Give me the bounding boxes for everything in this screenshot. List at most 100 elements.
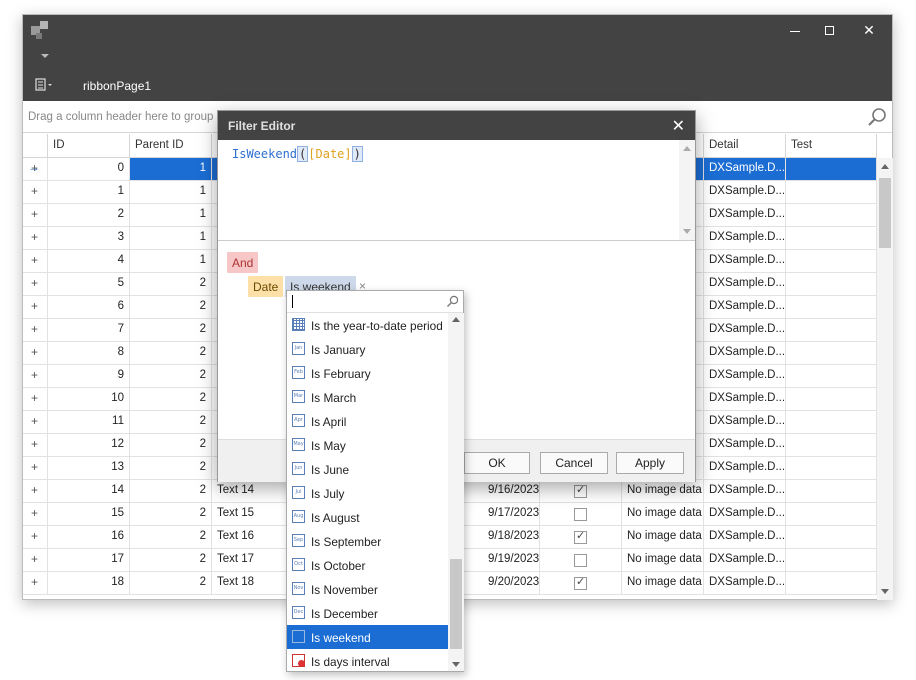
operator-option[interactable]: Sep Is September — [287, 529, 448, 553]
group-operator-chip[interactable]: And — [227, 252, 259, 273]
operator-search-field[interactable] — [287, 291, 463, 313]
image-cell[interactable]: No image data — [622, 503, 704, 526]
id-cell[interactable]: 10 — [48, 388, 130, 411]
id-cell[interactable]: 13 — [48, 457, 130, 480]
parent-id-cell[interactable]: 2 — [130, 434, 212, 457]
detail-cell[interactable]: DXSample.D... — [704, 549, 786, 572]
parent-id-cell[interactable]: 2 — [130, 388, 212, 411]
parent-id-cell[interactable]: 2 — [130, 411, 212, 434]
parent-id-cell[interactable]: 1 — [130, 204, 212, 227]
parent-id-cell[interactable]: 2 — [130, 342, 212, 365]
detail-cell[interactable]: DXSample.D... — [704, 342, 786, 365]
operator-option[interactable]: Jun Is June — [287, 457, 448, 481]
test-cell[interactable] — [786, 273, 877, 296]
parent-id-cell[interactable]: 1 — [130, 158, 212, 181]
detail-cell[interactable]: DXSample.D... — [704, 204, 786, 227]
test-cell[interactable] — [786, 411, 877, 434]
test-cell[interactable] — [786, 342, 877, 365]
text-cell[interactable]: Text 14 — [212, 480, 294, 503]
row-checkbox[interactable] — [574, 483, 587, 498]
parent-id-cell[interactable]: 2 — [130, 503, 212, 526]
operator-option[interactable]: Mar Is March — [287, 385, 448, 409]
id-cell[interactable]: 0 — [48, 158, 130, 181]
test-cell[interactable] — [786, 503, 877, 526]
parent-id-cell[interactable]: 2 — [130, 572, 212, 595]
ribbon-file-menu-button[interactable] — [33, 76, 57, 96]
id-cell[interactable]: 5 — [48, 273, 130, 296]
test-cell[interactable] — [786, 204, 877, 227]
detail-cell[interactable]: DXSample.D... — [704, 181, 786, 204]
expand-detail-icon[interactable]: + — [31, 345, 38, 359]
parent-id-cell[interactable]: 2 — [130, 549, 212, 572]
operator-option[interactable]: Dec Is December — [287, 601, 448, 625]
operator-option[interactable]: Aug Is August — [287, 505, 448, 529]
id-cell[interactable]: 2 — [48, 204, 130, 227]
operator-option[interactable]: Is the year-to-date period — [287, 313, 448, 337]
operator-option[interactable]: Nov Is November — [287, 577, 448, 601]
checkbox-cell[interactable] — [540, 503, 622, 526]
parent-id-cell[interactable]: 2 — [130, 526, 212, 549]
id-cell[interactable]: 4 — [48, 250, 130, 273]
detail-cell[interactable]: DXSample.D... — [704, 457, 786, 480]
checkbox-cell[interactable] — [540, 526, 622, 549]
test-cell[interactable] — [786, 365, 877, 388]
checkbox-cell[interactable] — [540, 549, 622, 572]
expand-detail-icon[interactable]: + — [31, 299, 38, 313]
test-cell[interactable] — [786, 457, 877, 480]
image-cell[interactable]: No image data — [622, 549, 704, 572]
operator-option[interactable]: Is days interval — [287, 649, 448, 673]
parent-id-cell[interactable]: 1 — [130, 250, 212, 273]
detail-cell[interactable]: DXSample.D... — [704, 434, 786, 457]
scroll-down-icon[interactable] — [683, 229, 691, 234]
test-cell[interactable] — [786, 388, 877, 411]
expand-detail-icon[interactable]: + — [31, 253, 38, 267]
detail-cell[interactable]: DXSample.D... — [704, 319, 786, 342]
test-cell[interactable] — [786, 434, 877, 457]
grid-vertical-scrollbar[interactable] — [877, 158, 893, 600]
image-cell[interactable]: No image data — [622, 526, 704, 549]
id-cell[interactable]: 17 — [48, 549, 130, 572]
operator-option[interactable]: Apr Is April — [287, 409, 448, 433]
expand-detail-icon[interactable]: + — [31, 230, 38, 244]
detail-cell[interactable]: DXSample.D... — [704, 227, 786, 250]
scroll-up-icon[interactable] — [881, 164, 889, 169]
column-header[interactable]: Test — [786, 134, 877, 158]
cancel-button[interactable]: Cancel — [540, 452, 608, 474]
expand-detail-icon[interactable]: + — [31, 437, 38, 451]
detail-cell[interactable]: DXSample.D... — [704, 503, 786, 526]
scroll-thumb[interactable] — [879, 178, 891, 248]
text-cell[interactable]: Text 16 — [212, 526, 294, 549]
operator-option[interactable]: Oct Is October — [287, 553, 448, 577]
expand-detail-icon[interactable]: + — [31, 460, 38, 474]
row-checkbox[interactable] — [574, 554, 587, 567]
test-cell[interactable] — [786, 181, 877, 204]
id-cell[interactable]: 3 — [48, 227, 130, 250]
id-cell[interactable]: 16 — [48, 526, 130, 549]
operator-option[interactable]: May Is May — [287, 433, 448, 457]
parent-id-cell[interactable]: 2 — [130, 319, 212, 342]
scroll-down-icon[interactable] — [452, 662, 460, 667]
test-cell[interactable] — [786, 572, 877, 595]
expand-detail-icon[interactable]: + — [31, 391, 38, 405]
parent-id-cell[interactable]: 1 — [130, 181, 212, 204]
test-cell[interactable] — [786, 296, 877, 319]
detail-cell[interactable]: DXSample.D... — [704, 411, 786, 434]
test-cell[interactable] — [786, 158, 877, 181]
text-cell[interactable]: Text 15 — [212, 503, 294, 526]
ok-button[interactable]: OK — [464, 452, 530, 474]
parent-id-cell[interactable]: 2 — [130, 273, 212, 296]
checkbox-cell[interactable] — [540, 480, 622, 503]
image-cell[interactable]: No image data — [622, 480, 704, 503]
expand-detail-icon[interactable]: + — [31, 575, 38, 589]
detail-cell[interactable]: DXSample.D... — [704, 526, 786, 549]
id-cell[interactable]: 8 — [48, 342, 130, 365]
operator-option[interactable]: Feb Is February — [287, 361, 448, 385]
quick-access-customize-icon[interactable] — [41, 54, 49, 58]
condition-field-chip[interactable]: Date — [248, 276, 284, 297]
expand-detail-icon[interactable]: + — [31, 552, 38, 566]
id-cell[interactable]: 18 — [48, 572, 130, 595]
parent-id-cell[interactable]: 1 — [130, 227, 212, 250]
id-cell[interactable]: 9 — [48, 365, 130, 388]
expand-detail-icon[interactable]: + — [31, 506, 38, 520]
expand-detail-icon[interactable]: + — [31, 483, 38, 497]
